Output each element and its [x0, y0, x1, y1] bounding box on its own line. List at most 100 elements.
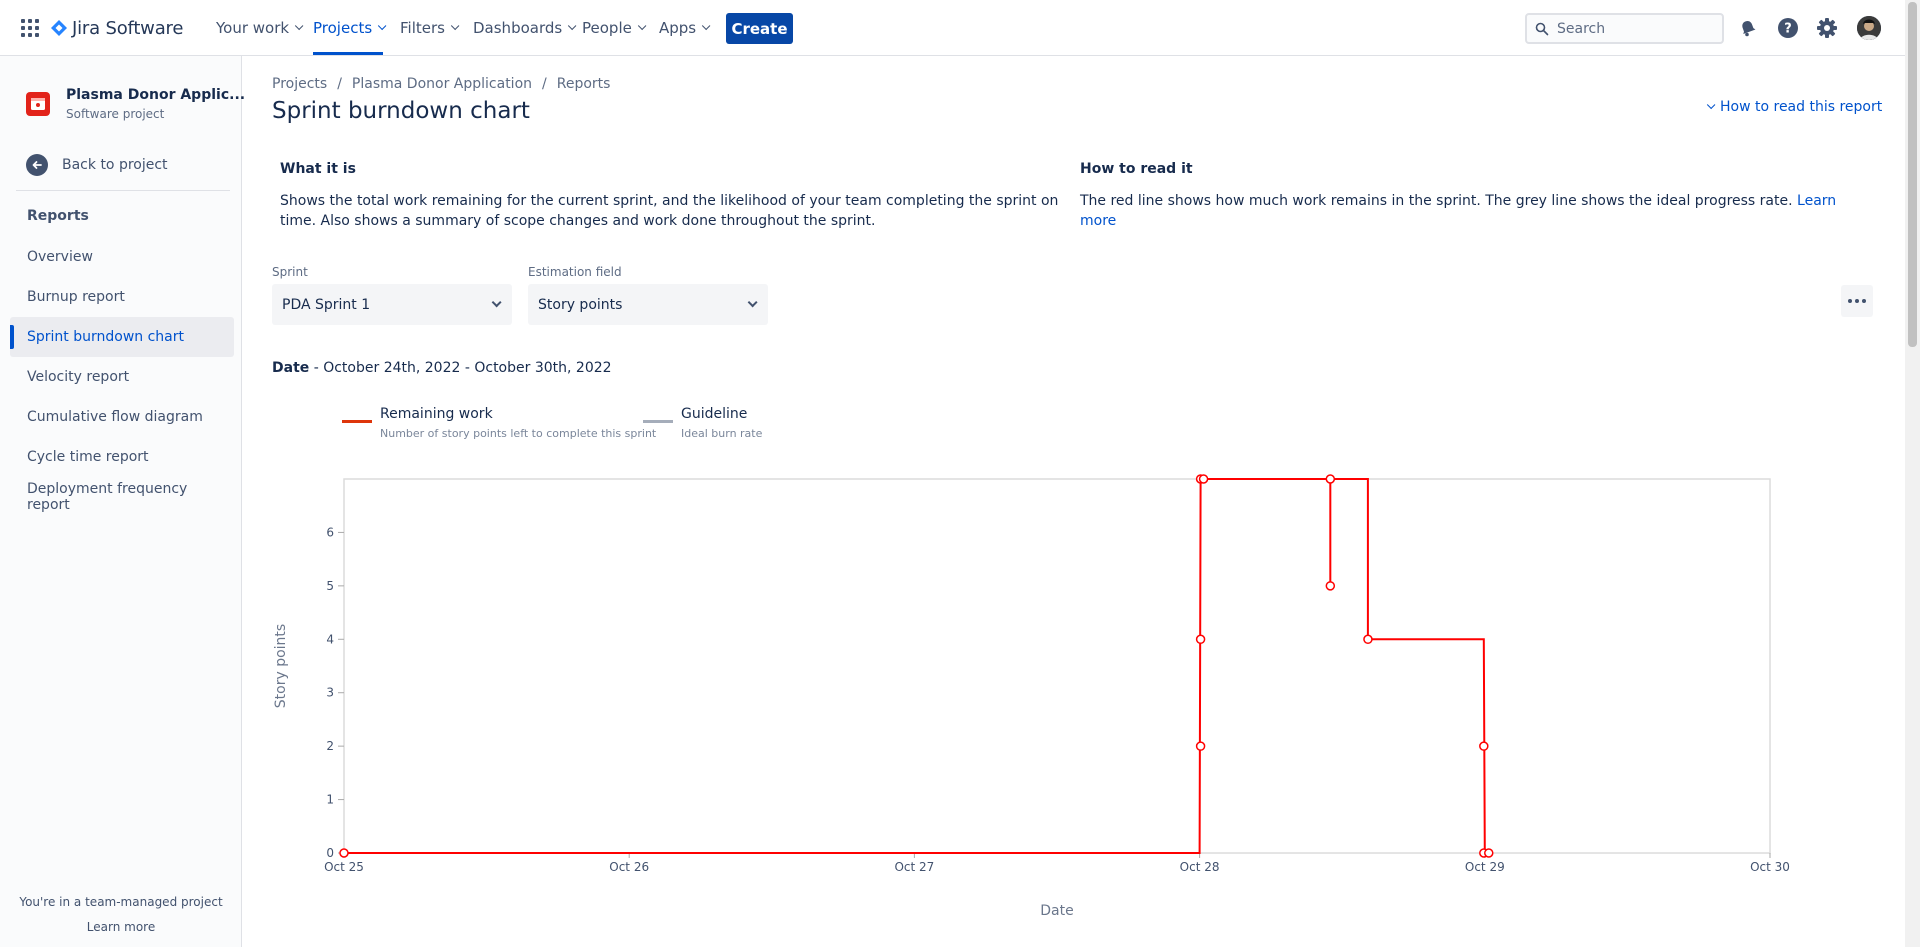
chevron-down-icon [491, 297, 502, 308]
chevron-down-icon [378, 21, 387, 30]
data-point[interactable] [1479, 741, 1489, 751]
sidebar-item-overview[interactable]: Overview [10, 237, 234, 277]
team-managed-note: You're in a team-managed project [19, 895, 223, 909]
how-to-read-title: How to read it [1080, 161, 1193, 177]
sprint-select-value: PDA Sprint 1 [282, 296, 371, 313]
breadcrumb-separator: / [337, 76, 342, 92]
scrollbar-thumb[interactable] [1908, 2, 1917, 347]
nav-dashboards[interactable]: Dashboards [473, 0, 577, 55]
breadcrumb-reports[interactable]: Reports [557, 76, 611, 92]
data-point[interactable] [1325, 581, 1336, 591]
sidebar-item-burnup-report[interactable]: Burnup report [10, 277, 234, 317]
chevron-down-icon [450, 21, 460, 30]
help-icon[interactable]: ? [1775, 15, 1801, 41]
search-input[interactable] [1557, 20, 1707, 37]
jira-logo[interactable]: Jira Software [50, 15, 183, 41]
project-type: Software project [66, 107, 165, 121]
user-avatar[interactable] [1857, 16, 1881, 40]
settings-gear-icon[interactable] [1814, 15, 1840, 41]
legend-remaining-title[interactable]: Remaining work [380, 406, 493, 422]
sidebar-item-cumulative-flow-diagram[interactable]: Cumulative flow diagram [10, 397, 234, 437]
search-box[interactable] [1525, 13, 1724, 44]
legend-remaining-subtitle: Number of story points left to complete … [380, 427, 657, 440]
sidebar-item-velocity-report[interactable]: Velocity report [10, 357, 234, 397]
x-axis-label: Date [1040, 903, 1073, 919]
y-tick-label: 1 [326, 793, 334, 807]
back-to-project-link[interactable]: Back to project [26, 154, 168, 176]
nav-your-work-label: Your work [216, 18, 290, 37]
y-tick-label: 4 [326, 632, 334, 646]
chevron-down-icon [702, 21, 711, 30]
x-tick-label: Oct 25 [324, 860, 364, 874]
sidebar-item-cycle-time-report[interactable]: Cycle time report [10, 437, 234, 477]
back-to-project-label: Back to project [62, 157, 168, 173]
y-tick-label: 3 [326, 686, 334, 700]
x-tick-label: Oct 28 [1180, 860, 1220, 874]
data-point[interactable] [1195, 634, 1206, 645]
how-to-read-body: The red line shows how much work remains… [1080, 193, 1793, 209]
nav-dashboards-label: Dashboards [473, 18, 563, 37]
legend-guideline-subtitle: Ideal burn rate [681, 427, 763, 440]
chevron-down-icon [637, 21, 647, 30]
nav-people-label: People [582, 18, 632, 37]
breadcrumb-project[interactable]: Plasma Donor Application [352, 76, 532, 92]
sprint-label: Sprint [272, 265, 308, 279]
nav-your-work[interactable]: Your work [216, 0, 304, 55]
how-to-read-label: How to read this report [1720, 99, 1883, 115]
create-button[interactable]: Create [726, 13, 793, 44]
how-to-read-toggle[interactable]: How to read this report [1706, 99, 1882, 115]
project-name[interactable]: Plasma Donor Applic... [66, 87, 245, 103]
chevron-down-icon [294, 21, 304, 30]
project-avatar-icon[interactable] [26, 92, 50, 116]
more-actions-button[interactable] [1841, 285, 1873, 317]
breadcrumb-projects[interactable]: Projects [272, 76, 327, 92]
y-tick-label: 5 [326, 579, 334, 593]
product-name: Jira Software [72, 17, 184, 39]
breadcrumb: Projects / Plasma Donor Application / Re… [272, 76, 610, 92]
data-point[interactable] [1325, 474, 1336, 484]
learn-more-link[interactable]: Learn more [0, 920, 242, 934]
how-to-read-text: The red line shows how much work remains… [1080, 191, 1860, 231]
page-title: Sprint burndown chart [272, 98, 530, 124]
y-axis: 0 1 2 3 4 5 6 [326, 525, 344, 860]
nav-filters-label: Filters [400, 18, 445, 37]
nav-people[interactable]: People [582, 0, 647, 55]
data-point[interactable] [1198, 474, 1209, 484]
nav-apps-label: Apps [659, 18, 697, 37]
burndown-chart: 0123456 Oct 25 Oct 26 Oct 27 Oct 28 Oct 29 Oc… [273, 474, 1790, 919]
data-point[interactable] [1195, 741, 1206, 751]
x-axis: Oct 25 Oct 26 Oct 27 Oct 28 Oct 29 Oct 30 [324, 853, 1790, 874]
notifications-icon[interactable] [1735, 15, 1761, 41]
remaining-work-line [344, 478, 1486, 854]
nav-apps[interactable]: Apps [659, 0, 711, 55]
nav-projects[interactable]: Projects [313, 0, 387, 55]
arrow-left-icon [26, 154, 48, 176]
data-point[interactable] [1363, 634, 1373, 645]
legend-guideline-title[interactable]: Guideline [681, 406, 747, 422]
y-tick-label: 6 [326, 525, 334, 539]
y-axis-label: Story points [273, 624, 289, 708]
plot-area [343, 478, 1771, 854]
nav-filters[interactable]: Filters [400, 0, 460, 55]
remaining-work-series [339, 474, 1494, 858]
app-switcher-icon[interactable] [21, 19, 39, 37]
estimation-field-select[interactable]: Story points [528, 284, 768, 325]
estimation-field-label: Estimation field [528, 265, 622, 279]
x-tick-label: Oct 26 [609, 860, 649, 874]
chevron-down-icon [568, 21, 577, 30]
date-range-label: Date [272, 360, 310, 376]
data-point[interactable] [1484, 848, 1494, 858]
svg-text:?: ? [1784, 22, 1792, 37]
date-range: Date - October 24th, 2022 - October 30th… [272, 360, 612, 376]
more-dot-icon [1848, 299, 1852, 303]
project-sidebar: Plasma Donor Applic... Software project … [0, 56, 245, 947]
sprint-select[interactable]: PDA Sprint 1 [272, 284, 512, 325]
more-dot-icon [1862, 299, 1866, 303]
page-scrollbar[interactable] [1905, 0, 1920, 947]
x-tick-label: Oct 30 [1750, 860, 1790, 874]
reports-section-title: Reports [27, 208, 89, 224]
data-point[interactable] [339, 848, 349, 858]
sidebar-item-sprint-burndown-chart[interactable]: Sprint burndown chart [10, 317, 234, 357]
sidebar-item-deployment-frequency-report[interactable]: Deployment frequency report [10, 477, 234, 517]
jira-diamond-icon [51, 20, 67, 36]
